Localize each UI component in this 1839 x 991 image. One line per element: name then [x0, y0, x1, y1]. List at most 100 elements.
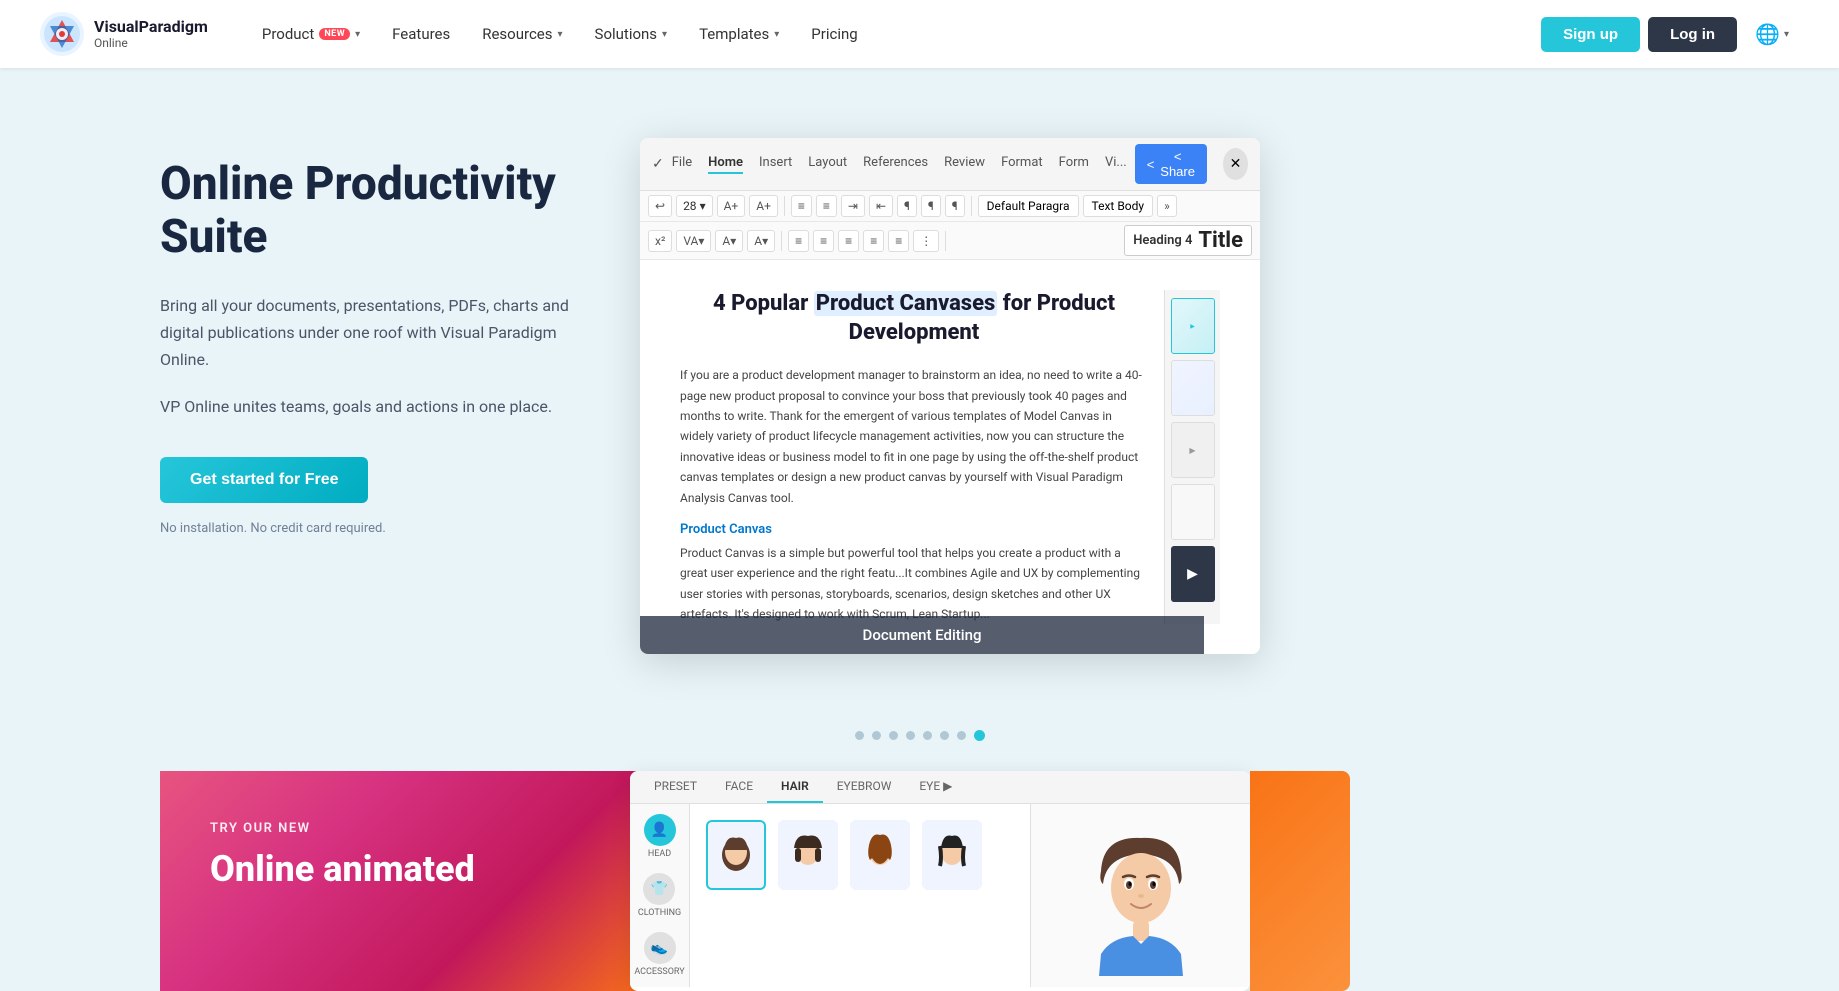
text-body-selector[interactable]: Text Body [1083, 195, 1154, 217]
menu-file[interactable]: File [672, 155, 692, 174]
nav-templates[interactable]: Templates ▾ [685, 17, 793, 51]
nav-solutions[interactable]: Solutions ▾ [581, 17, 682, 51]
document-link[interactable]: Product Canvas [680, 522, 1148, 537]
tab-eyebrow[interactable]: EYEBROW [823, 771, 906, 803]
highlight-button[interactable]: A▾ [747, 230, 775, 252]
menu-layout[interactable]: Layout [808, 155, 847, 174]
menu-format[interactable]: Format [1001, 155, 1043, 174]
hero-description-1: Bring all your documents, presentations,… [160, 292, 580, 374]
hair-option-2[interactable] [778, 820, 838, 890]
tab-face[interactable]: FACE [711, 771, 767, 803]
character-preview-image [1081, 816, 1201, 976]
hero-description-2: VP Online unites teams, goals and action… [160, 393, 580, 420]
font-increase-button[interactable]: A+ [717, 195, 746, 217]
hair-options [706, 820, 1014, 890]
language-selector[interactable]: 🌐 ▾ [1745, 14, 1799, 54]
head-icon: 👤 [644, 814, 676, 846]
dot-5[interactable] [923, 731, 932, 740]
editor-toolbar-row1: ↩ 28 ▾ A+ A+ ≡ ≡ ⇥ ⇤ ¶ ¶ ¶ Default Parag… [640, 191, 1260, 222]
login-button[interactable]: Log in [1648, 17, 1737, 52]
hair-option-4[interactable] [922, 820, 982, 890]
more-align-button[interactable]: ⋮ [913, 230, 939, 252]
menu-insert[interactable]: Insert [759, 155, 792, 174]
pagination-dots [0, 714, 1839, 771]
orange-accent-block [1250, 771, 1350, 991]
bottom-promo-block: TRY OUR NEW Online animated [160, 771, 660, 991]
character-preview [1030, 804, 1250, 987]
category-accessory[interactable]: 👟 ACCESSORY [634, 932, 684, 977]
unordered-list-button[interactable]: ≡ [791, 195, 812, 217]
dot-4[interactable] [906, 731, 915, 740]
menu-review[interactable]: Review [944, 155, 985, 174]
thumbnail-2[interactable] [1171, 360, 1215, 416]
va-button[interactable]: VA▾ [676, 230, 711, 252]
editor-mockup: ✓ File Home Insert Layout References Rev… [640, 138, 1260, 654]
bottom-promo-title: Online animated [210, 848, 610, 891]
heading-style-selector[interactable]: Heading 4 Title [1124, 225, 1252, 256]
globe-icon: 🌐 [1755, 22, 1780, 46]
dot-2[interactable] [872, 731, 881, 740]
font-color-button[interactable]: A▾ [715, 230, 743, 252]
editor-content-area: 4 Popular Product Canvases for ProductDe… [640, 260, 1260, 654]
paragraph-style-selector[interactable]: Default Paragra [978, 195, 1079, 217]
align-center-button[interactable]: ≡ [813, 230, 834, 252]
thumbnail-4[interactable] [1171, 484, 1215, 540]
undo-button[interactable]: ↩ [648, 195, 672, 217]
menu-references[interactable]: References [863, 155, 928, 174]
dot-3[interactable] [889, 731, 898, 740]
font-decrease-button[interactable]: A+ [749, 195, 778, 217]
nav-pricing[interactable]: Pricing [797, 17, 871, 51]
align-justify-button[interactable]: ≡ [863, 230, 884, 252]
thumbnail-3[interactable]: ▶ [1171, 422, 1215, 478]
character-editor-content: 👤 HEAD 👕 CLOTHING 👟 ACCESSORY [630, 804, 1250, 987]
character-editor-area: PRESET FACE HAIR EYEBROW EYE ▶ 👤 HEAD 👕 … [630, 771, 1350, 991]
dot-6[interactable] [940, 731, 949, 740]
paragraph3-button[interactable]: ¶ [945, 195, 965, 217]
nav-features[interactable]: Features [378, 17, 464, 51]
align-left-button[interactable]: ≡ [788, 230, 809, 252]
get-started-button[interactable]: Get started for Free [160, 457, 368, 503]
character-editor: PRESET FACE HAIR EYEBROW EYE ▶ 👤 HEAD 👕 … [630, 771, 1250, 991]
nav-product[interactable]: Product NEW ▾ [248, 17, 374, 51]
tab-preset[interactable]: PRESET [640, 771, 711, 803]
hair-option-3[interactable] [850, 820, 910, 890]
editor-menubar: ✓ File Home Insert Layout References Rev… [640, 138, 1260, 191]
menu-home[interactable]: Home [708, 155, 743, 174]
nav-actions: Sign up Log in 🌐 ▾ [1541, 14, 1799, 54]
superscript-button[interactable]: x² [648, 230, 672, 252]
font-size-selector[interactable]: 28 ▾ [676, 195, 713, 217]
paragraph2-button[interactable]: ¶ [921, 195, 941, 217]
line-spacing-button[interactable]: ≡ [888, 230, 909, 252]
dot-1[interactable] [855, 731, 864, 740]
category-head[interactable]: 👤 HEAD [644, 814, 676, 859]
product-chevron-icon: ▾ [355, 29, 360, 40]
document-editing-label: Document Editing [640, 616, 1204, 654]
paragraph-button[interactable]: ¶ [897, 195, 917, 217]
category-clothing[interactable]: 👕 CLOTHING [638, 873, 681, 918]
editor-document[interactable]: 4 Popular Product Canvases for ProductDe… [680, 290, 1148, 624]
document-title: 4 Popular Product Canvases for ProductDe… [680, 290, 1148, 347]
bottom-section: TRY OUR NEW Online animated PRESET FACE … [0, 771, 1839, 991]
menu-vi[interactable]: Vi... [1105, 155, 1127, 174]
logo[interactable]: VisualParadigm Online [40, 12, 208, 56]
solutions-chevron-icon: ▾ [662, 29, 667, 40]
thumbnail-1[interactable]: ▶ [1171, 298, 1215, 354]
hair-option-1[interactable] [706, 820, 766, 890]
menu-form[interactable]: Form [1059, 155, 1089, 174]
outdent-button[interactable]: ⇤ [869, 195, 893, 217]
dot-8[interactable] [974, 730, 985, 741]
align-right-button[interactable]: ≡ [838, 230, 859, 252]
indent-button[interactable]: ⇥ [841, 195, 865, 217]
toolbar-divider-1 [784, 196, 785, 216]
dot-7[interactable] [957, 731, 966, 740]
share-button[interactable]: < < Share [1135, 144, 1207, 184]
tab-eye[interactable]: EYE ▶ [905, 771, 966, 803]
signup-button[interactable]: Sign up [1541, 17, 1640, 52]
ordered-list-button[interactable]: ≡ [816, 195, 837, 217]
thumbnail-play[interactable]: ▶ [1171, 546, 1215, 602]
nav-resources[interactable]: Resources ▾ [468, 17, 576, 51]
globe-chevron-icon: ▾ [1784, 29, 1789, 40]
hero-section: Online Productivity Suite Bring all your… [0, 68, 1839, 714]
more-styles-button[interactable]: » [1157, 195, 1177, 217]
tab-hair[interactable]: HAIR [767, 771, 823, 803]
